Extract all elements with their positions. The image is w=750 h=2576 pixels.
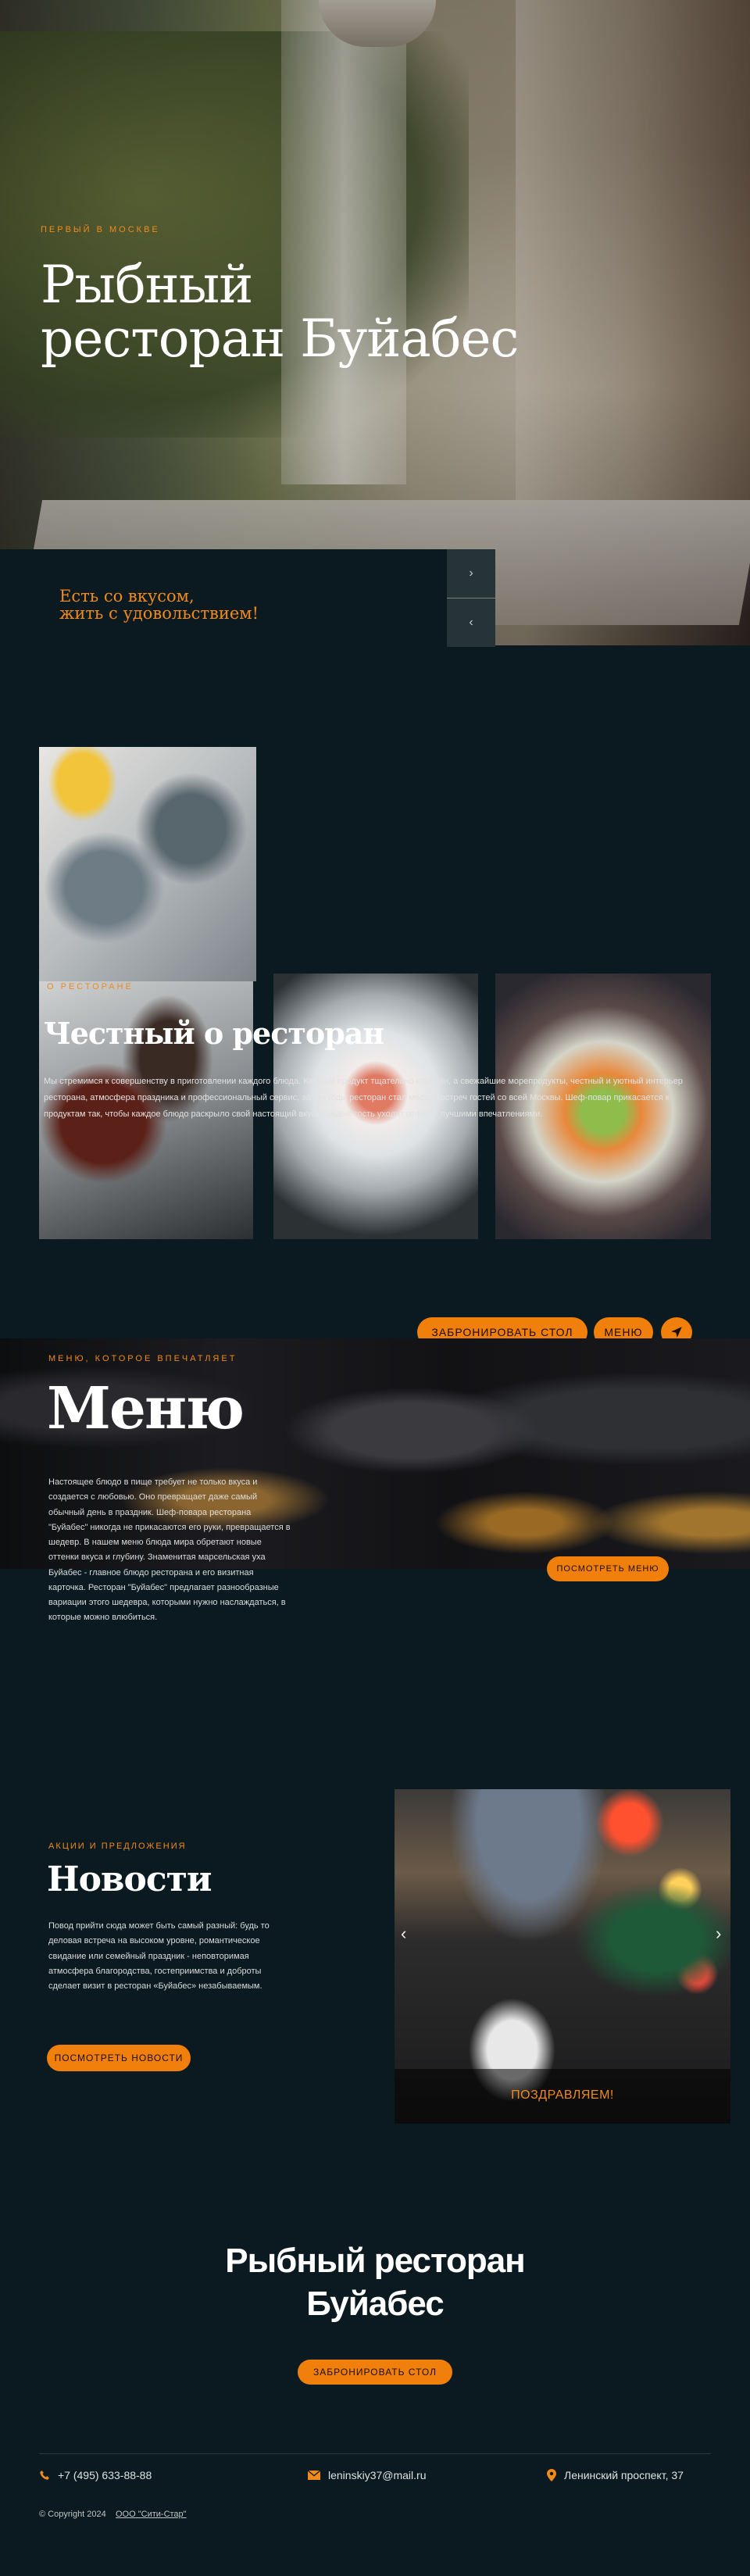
slogan-line1: Есть со вкусом, [59, 587, 195, 606]
menu-text: Настоящее блюдо в пище требует не только… [48, 1477, 291, 1623]
footer-email[interactable]: leninskiy37@mail.ru [308, 2469, 426, 2481]
menu-eyebrow: Меню, которое впечатляет [48, 1354, 238, 1363]
menu-title: Меню [47, 1375, 245, 1442]
about-text: Мы стремимся к совершенству в приготовле… [44, 1077, 683, 1119]
location-pin-icon [547, 2469, 556, 2481]
footer-copyright: © Copyright 2024 ООО "Сити-Стар" [39, 2510, 187, 2519]
cta-title-line2: Буйабес [306, 2285, 445, 2323]
news-next-button[interactable]: › [716, 1924, 721, 1944]
cta-title-line1: Рыбный ресторан [225, 2242, 526, 2280]
company-link[interactable]: ООО "Сити-Стар" [116, 2510, 187, 2519]
address-text: Ленинский проспект, 37 [564, 2469, 684, 2481]
copyright-text: © Copyright 2024 [39, 2510, 106, 2519]
phone-number: +7 (495) 633-88-88 [58, 2469, 152, 2481]
news-prev-button[interactable]: ‹ [401, 1924, 406, 1944]
hero-title: Рыбный ресторан Буйабес [41, 255, 520, 370]
slogan-line2: жить с удовольствием! [59, 604, 259, 623]
view-news-button[interactable]: Посмотреть новости [47, 2045, 191, 2071]
about-eyebrow: о ресторане [47, 982, 134, 991]
news-eyebrow: Акции и предложения [48, 1842, 187, 1851]
news-slide-caption: Поздравляем! [511, 2088, 614, 2102]
cta-book-button[interactable]: Забронировать стол [298, 2360, 452, 2385]
footer-address[interactable]: Ленинский проспект, 37 [547, 2469, 684, 2481]
hero-title-line1: Рыбный [41, 255, 253, 315]
news-title: Новости [47, 1860, 212, 1899]
hero-title-line2: ресторан Буйабес [41, 309, 520, 370]
chevron-left-icon: ‹ [401, 1924, 407, 1943]
chevron-left-icon: ‹ [469, 616, 473, 629]
news-text: Повод прийти сюда может быть самый разны… [48, 1921, 270, 1991]
about-title: Честный о ресторан [44, 1016, 384, 1051]
cta-title: Рыбный ресторан Буйабес [0, 2239, 750, 2325]
view-menu-button[interactable]: Посмотреть меню [547, 1556, 669, 1581]
chevron-right-icon: › [469, 566, 473, 580]
slider-prev-button[interactable]: ‹ [447, 598, 495, 647]
hero-slogan: Есть со вкусом, жить с удовольствием! [59, 588, 259, 622]
email-address: leninskiy37@mail.ru [328, 2469, 427, 2481]
footer-phone[interactable]: +7 (495) 633-88-88 [39, 2469, 152, 2481]
mail-icon [308, 2471, 320, 2480]
chevron-right-icon: › [716, 1924, 722, 1943]
footer-divider [39, 2453, 711, 2454]
slider-next-button[interactable]: › [447, 549, 495, 598]
navigation-arrow-icon [671, 1327, 682, 1338]
phone-icon [40, 2471, 49, 2480]
hero-eyebrow: Первый в Москве [41, 225, 160, 234]
oysters-photo [39, 747, 256, 981]
